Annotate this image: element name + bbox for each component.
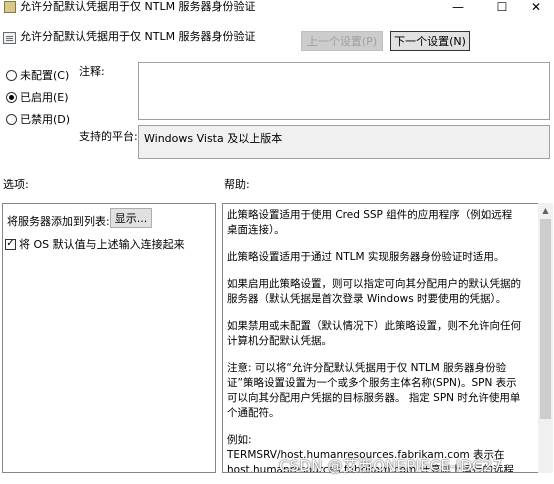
concat-defaults-label: 将 OS 默认值与上述输入连接起来 <box>19 238 185 251</box>
minimize-button[interactable]: — <box>438 0 478 14</box>
next-setting-button[interactable]: 下一个设置(N) <box>390 31 470 51</box>
show-servers-button[interactable]: 显示... <box>110 208 152 228</box>
help-paragraph: 此策略设置适用于通过 NTLM 实现服务器身份验证时适用。 <box>227 251 505 263</box>
previous-setting-button[interactable]: 上一个设置(P) <box>301 31 383 51</box>
setting-title: 允许分配默认凭据用于仅 NTLM 服务器身份验证 <box>20 30 256 43</box>
comment-input[interactable] <box>138 62 550 120</box>
help-pane: 此策略设置适用于使用 Cred SSP 组件的应用程序（例如远程桌面连接）。 此… <box>222 203 541 473</box>
help-paragraph: 如果禁用或未配置（默认情况下）此策略设置，则不允许向任何计算机分配默认凭据。 <box>227 320 521 347</box>
concat-defaults-checkbox[interactable]: ✓ <box>5 238 16 250</box>
radio-disabled-circle[interactable] <box>6 113 17 125</box>
radio-not-configured-circle[interactable] <box>6 69 17 81</box>
close-button[interactable]: ✕ <box>516 0 554 14</box>
comment-label: 注释: <box>79 65 105 78</box>
platform-value: Windows Vista 及以上版本 <box>144 132 283 145</box>
radio-not-configured[interactable]: 未配置(C) <box>6 67 69 83</box>
platform-label: 支持的平台: <box>79 130 138 143</box>
scroll-thumb[interactable] <box>540 219 551 419</box>
options-label: 选项: <box>3 178 29 191</box>
help-scrollbar[interactable]: ▲ <box>538 203 553 473</box>
help-paragraph: 例如: <box>227 434 252 446</box>
help-label: 帮助: <box>224 178 250 191</box>
policy-setting-icon <box>3 32 16 44</box>
policy-app-icon <box>4 1 16 13</box>
radio-not-configured-label: 未配置(C) <box>20 69 70 82</box>
help-paragraph: 注意: 可以将“允许分配默认凭据用于仅 NTLM 服务器身份验证”策略设置设置为… <box>227 362 521 419</box>
radio-disabled-label: 已禁用(D) <box>20 113 71 126</box>
concat-defaults-option[interactable]: ✓ 将 OS 默认值与上述输入连接起来 <box>5 236 185 252</box>
add-servers-label: 将服务器添加到列表: <box>7 215 110 228</box>
help-paragraph: 如果启用此策略设置，则可以指定可向其分配用户的默认凭据的服务器（默认凭据是首次登… <box>227 278 521 305</box>
platform-field: Windows Vista 及以上版本 <box>138 125 550 159</box>
radio-enabled-label: 已启用(E) <box>20 91 69 104</box>
window-title: 允许分配默认凭据用于仅 NTLM 服务器身份验证 <box>20 0 256 13</box>
help-paragraph: 此策略设置适用于使用 Cred SSP 组件的应用程序（例如远程桌面连接）。 <box>227 209 513 236</box>
radio-enabled[interactable]: 已启用(E) <box>6 89 69 105</box>
help-text: 此策略设置适用于使用 Cred SSP 组件的应用程序（例如远程桌面连接）。 此… <box>223 204 525 472</box>
radio-enabled-circle[interactable] <box>6 91 17 103</box>
watermark: CSDN @艾西ONEPIECE-IDC27 <box>279 457 503 475</box>
scroll-up-icon[interactable]: ▲ <box>538 203 553 217</box>
radio-disabled[interactable]: 已禁用(D) <box>6 111 70 127</box>
